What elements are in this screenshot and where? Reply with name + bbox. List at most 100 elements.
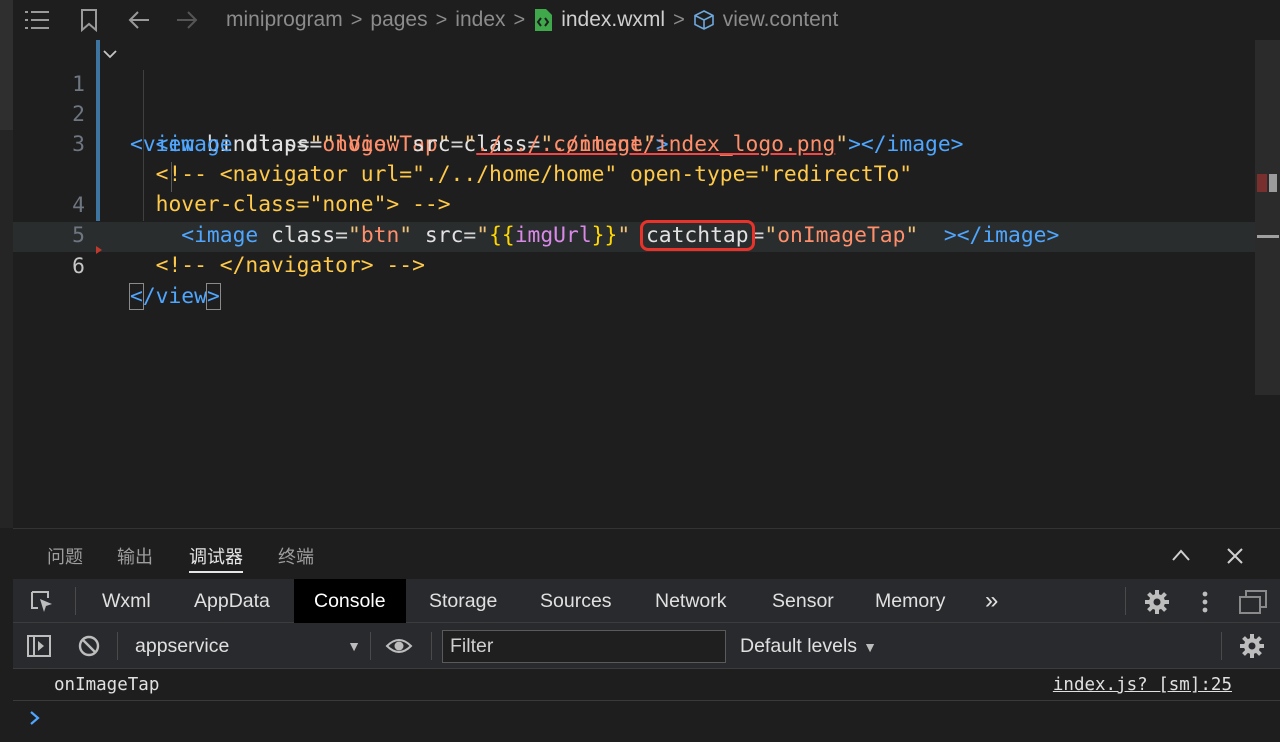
breadcrumb-index[interactable]: index xyxy=(455,8,505,32)
code-token: src xyxy=(412,223,464,248)
dropdown-caret-icon: ▼ xyxy=(863,639,877,655)
code-token: " xyxy=(322,132,336,157)
sidebar-toggle-icon[interactable] xyxy=(26,634,52,658)
menu-icon[interactable] xyxy=(25,9,49,31)
back-arrow-icon[interactable] xyxy=(127,9,151,31)
dock-icon[interactable] xyxy=(1238,589,1268,615)
forward-arrow-icon[interactable] xyxy=(175,9,199,31)
code-content: <image class="btn" src="{{imgUrl}}" catc… xyxy=(130,220,1060,251)
code-token: ></image> xyxy=(918,223,1060,248)
code-token: ./../../image/index_logo.png xyxy=(476,132,836,157)
code-line[interactable]: 5 <!-- </navigator> --> xyxy=(13,191,425,278)
tab-console[interactable]: Console xyxy=(294,579,406,623)
code-token: btn xyxy=(360,223,400,248)
kebab-icon[interactable] xyxy=(1199,589,1211,615)
toolbar-divider xyxy=(431,632,432,660)
code-token: " xyxy=(835,132,849,157)
overview-mark xyxy=(1269,174,1277,192)
overview-cursor-mark xyxy=(1257,235,1279,238)
highlighted-catchtap-attr: catchtap xyxy=(639,220,755,251)
tab-terminal[interactable]: 终端 xyxy=(278,543,314,573)
code-token: " xyxy=(764,223,778,248)
log-message: onImageTap xyxy=(54,675,160,695)
tab-problems[interactable]: 问题 xyxy=(47,543,83,573)
code-token: = xyxy=(463,223,477,248)
code-token: hover-class="none"> --> xyxy=(130,192,451,217)
code-token: <image xyxy=(130,132,233,157)
code-token: " xyxy=(386,132,400,157)
code-line-current[interactable]: 6 </view> xyxy=(13,222,221,310)
tab-output[interactable]: 输出 xyxy=(117,543,153,573)
editor-scrollbar[interactable] xyxy=(1255,40,1280,528)
breadcrumb-bar: miniprogram > pages > index > index.wxml… xyxy=(13,0,1280,40)
bookmark-icon[interactable] xyxy=(79,8,99,32)
console-toolbar: appservice ▼ Default levels ▼ xyxy=(13,623,1280,669)
eye-icon[interactable] xyxy=(385,635,413,657)
code-token: = xyxy=(309,132,323,157)
scrollbar-track[interactable] xyxy=(1255,40,1280,395)
tab-debugger[interactable]: 调试器 xyxy=(189,543,243,573)
error-marker-icon xyxy=(96,246,102,254)
console-settings-gear-icon[interactable] xyxy=(1239,633,1265,659)
tab-wxml[interactable]: Wxml xyxy=(82,579,171,623)
code-token: class xyxy=(232,132,310,157)
code-content: <image class="logo" src="./../../image/i… xyxy=(130,130,964,160)
breadcrumb-symbol[interactable]: view.content xyxy=(723,8,839,32)
filter-input[interactable] xyxy=(442,630,726,663)
breadcrumb-separator: > xyxy=(513,8,526,31)
tab-sensor[interactable]: Sensor xyxy=(752,579,854,623)
log-row: onImageTap index.js? [sm]:25 xyxy=(13,669,1280,701)
panel-tabs: 问题 输出 调试器 终端 xyxy=(13,529,1280,579)
code-content: <!-- <navigator url="./../home/home" ope… xyxy=(130,160,913,190)
console-output[interactable]: onImageTap index.js? [sm]:25 xyxy=(13,669,1280,742)
wxml-file-icon xyxy=(535,9,553,31)
tab-sources[interactable]: Sources xyxy=(520,579,632,623)
code-token: /view xyxy=(142,284,207,309)
gear-icon[interactable] xyxy=(1144,589,1170,615)
tab-memory[interactable]: Memory xyxy=(855,579,965,623)
tab-appdata[interactable]: AppData xyxy=(174,579,290,623)
code-token: imgUrl xyxy=(514,223,592,248)
more-tabs-icon[interactable]: » xyxy=(965,579,1018,623)
tab-storage[interactable]: Storage xyxy=(409,579,517,623)
overview-error-mark xyxy=(1257,174,1267,192)
breadcrumb-separator: > xyxy=(673,8,685,31)
inspect-icon[interactable] xyxy=(29,589,55,613)
code-token: <!-- <navigator url="./../home/home" ope… xyxy=(130,162,913,187)
code-line[interactable]: 4 <image class="btn" src="{{imgUrl}}" ca… xyxy=(13,161,1059,251)
breadcrumb-miniprogram[interactable]: miniprogram xyxy=(226,8,343,32)
code-line[interactable]: 2 <image class="logo" src="./../../image… xyxy=(13,70,963,157)
toolbar-divider xyxy=(1125,587,1126,615)
code-editor[interactable]: 1 <view bindtap="onViewTap" class="conte… xyxy=(13,40,1255,528)
activity-strip xyxy=(0,0,13,528)
breadcrumb-file[interactable]: index.wxml xyxy=(561,8,665,32)
code-content: hover-class="none"> --> xyxy=(130,190,451,220)
clear-console-icon[interactable] xyxy=(77,634,101,658)
chevron-up-icon[interactable] xyxy=(1170,547,1192,563)
breadcrumb-separator: > xyxy=(350,8,363,31)
code-token: logo xyxy=(335,132,387,157)
prompt-chevron-icon[interactable] xyxy=(28,709,42,727)
log-levels-select[interactable]: Default levels ▼ xyxy=(740,623,877,669)
code-content: </view> xyxy=(129,282,221,312)
log-source-link[interactable]: index.js? [sm]:25 xyxy=(1053,669,1232,701)
code-token: " xyxy=(463,132,477,157)
code-line[interactable]: 1 <view bindtap="onViewTap" class="conte… xyxy=(13,40,669,157)
close-icon[interactable] xyxy=(1226,547,1244,565)
code-token: " xyxy=(347,223,361,248)
tab-network[interactable]: Network xyxy=(635,579,747,623)
code-line[interactable]: 3 <!-- <navigator url="./../home/home" o… xyxy=(13,100,912,187)
code-token: = xyxy=(335,223,348,248)
context-select[interactable]: appservice ▼ xyxy=(121,623,361,669)
code-token: " xyxy=(617,223,631,248)
code-token: {{ xyxy=(489,223,515,248)
code-token: src xyxy=(399,132,451,157)
breadcrumb-pages[interactable]: pages xyxy=(370,8,427,32)
toolbar-divider xyxy=(1221,632,1222,660)
toolbar-divider xyxy=(117,632,118,660)
fold-chevron-icon[interactable] xyxy=(101,45,119,63)
code-line-wrapped[interactable]: hover-class="none"> --> xyxy=(13,130,451,217)
code-token: = xyxy=(450,132,464,157)
code-token: }} xyxy=(591,223,618,248)
